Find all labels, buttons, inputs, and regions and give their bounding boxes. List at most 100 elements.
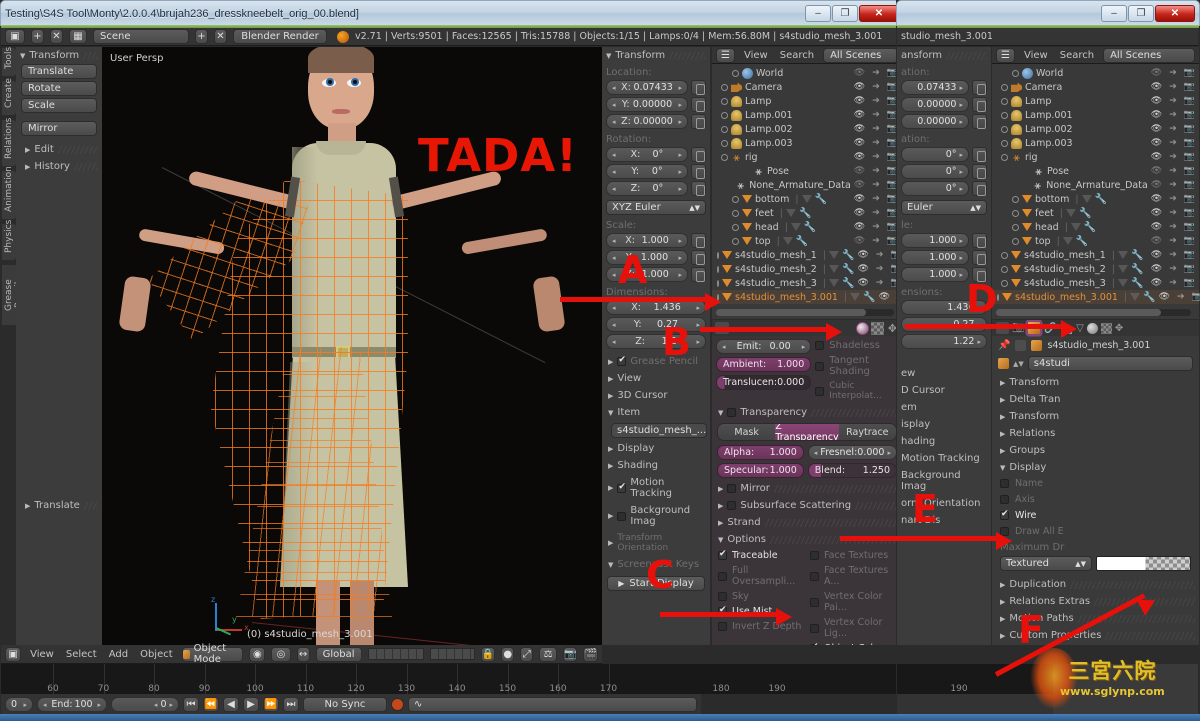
snap-target-dropdown[interactable]: ⚖ — [539, 646, 557, 662]
tab-animation[interactable]: Animation — [2, 166, 17, 220]
restrict-view-icon[interactable]: 👁 — [857, 264, 868, 274]
restrict-select-icon[interactable]: ➔ — [1169, 194, 1177, 204]
transform-orientation-dropdown[interactable]: Global — [315, 646, 362, 662]
background-image-section[interactable]: ▶ Background Imag — [602, 502, 710, 530]
start-frame-field[interactable]: 0 — [5, 697, 33, 712]
display-option-axis[interactable]: Axis — [1000, 494, 1191, 505]
expand-toggle-icon[interactable] — [732, 223, 739, 231]
cursor-section[interactable]: ▶ 3D Cursor — [602, 387, 710, 404]
restrict-render-icon[interactable]: 📷 — [1192, 292, 1200, 302]
restrict-render-icon[interactable]: 📷 — [1184, 236, 1195, 246]
outliner-row[interactable]: ⚹ rig 👁 ➔ 📷 — [712, 150, 902, 164]
tab-texture-icon[interactable] — [1100, 322, 1112, 334]
location-z-field[interactable]: Z:0.00000 — [606, 114, 688, 129]
grease-pencil-section[interactable]: ▶ Grease Pencil — [602, 353, 710, 370]
editor-type-icon[interactable]: ▣ — [5, 646, 22, 662]
right-scale-z[interactable]: 1.000 — [901, 267, 969, 282]
outliner-view-menu[interactable]: View — [741, 49, 771, 62]
expand-toggle-icon[interactable] — [717, 293, 719, 301]
expand-toggle-icon[interactable] — [1001, 279, 1008, 287]
render-engine-dropdown[interactable]: Blender Render — [233, 29, 327, 44]
shading-section[interactable]: ▶ Shading — [602, 457, 710, 474]
specular-slider[interactable]: Specular: 1.000 — [717, 463, 804, 478]
right-lock-loc-y[interactable] — [972, 97, 987, 112]
restrict-select-icon[interactable]: ➔ — [1169, 236, 1177, 246]
right-window-controls[interactable]: – ❐ ✕ — [1101, 5, 1195, 22]
right-scale-x[interactable]: 1.000 — [901, 233, 969, 248]
panel-grip[interactable] — [1070, 580, 1195, 589]
restrict-view-icon[interactable]: 👁 — [857, 250, 868, 260]
restrict-select-icon[interactable]: ➔ — [872, 180, 880, 190]
option-row[interactable]: Face Textures A... — [810, 565, 896, 587]
right-outliner-view-menu[interactable]: View — [1021, 49, 1051, 62]
restrict-view-icon[interactable]: 👁 — [854, 96, 865, 106]
tab-material-icon[interactable] — [856, 321, 869, 335]
restrict-render-icon[interactable]: 📷 — [1184, 222, 1195, 232]
expand-toggle-icon[interactable] — [1001, 111, 1008, 119]
tab-create[interactable]: Create — [2, 78, 17, 116]
modifier-wrench-icon[interactable]: 🔧 — [863, 292, 875, 303]
option-row[interactable]: Invert Z Depth — [718, 621, 804, 632]
draw-type-dropdown[interactable]: Textured ▲▼ — [1000, 556, 1092, 571]
outliner-row[interactable]: head | 🔧 👁 ➔ 📷 — [992, 220, 1199, 234]
rotation-z-field[interactable]: Z:0° — [606, 181, 688, 196]
modifier-wrench-icon[interactable]: 🔧 — [1131, 250, 1143, 261]
object-datablock-spinner[interactable]: ▲▼ — [1013, 360, 1024, 368]
restrict-select-icon[interactable]: ➔ — [872, 110, 880, 120]
play-reverse-button[interactable]: ◀ — [223, 697, 239, 712]
right-npanel-section[interactable]: orm Orientation — [897, 495, 991, 512]
modifier-wrench-icon[interactable]: 🔧 — [1143, 292, 1155, 303]
motion-tracking-section[interactable]: ▶ Motion Tracking — [602, 474, 710, 502]
option-checkbox[interactable] — [810, 623, 819, 633]
restrict-select-icon[interactable]: ➔ — [1169, 208, 1177, 218]
restrict-render-icon[interactable]: 📷 — [1184, 180, 1195, 190]
option-row[interactable]: Face Textures — [810, 550, 896, 561]
restrict-select-icon[interactable]: ➔ — [1169, 264, 1177, 274]
blend-slider[interactable]: Blend: 1.250 — [807, 463, 897, 478]
panel-grip[interactable] — [73, 162, 98, 171]
object-section-display[interactable]: ▼ Display — [992, 459, 1199, 476]
outliner-row[interactable]: ⚹ Pose 👁 ➔ 📷 — [712, 164, 902, 178]
modifier-wrench-icon[interactable]: 🔧 — [796, 236, 808, 247]
sss-checkbox[interactable] — [727, 501, 737, 510]
display-option-draw-all-e[interactable]: Draw All E — [1000, 526, 1191, 537]
restrict-view-icon[interactable]: 👁 — [1151, 264, 1162, 274]
expand-toggle-icon[interactable] — [1012, 209, 1019, 217]
view-section[interactable]: ▶ View — [602, 370, 710, 387]
expand-toggle-icon[interactable] — [1012, 69, 1019, 77]
restrict-view-icon[interactable]: 👁 — [854, 152, 865, 162]
restrict-view-icon[interactable]: 👁 — [854, 138, 865, 148]
outliner-search-menu[interactable]: Search — [777, 49, 817, 62]
restrict-select-icon[interactable]: ➔ — [1169, 96, 1177, 106]
restrict-select-icon[interactable]: ➔ — [1169, 138, 1177, 148]
option-row[interactable]: Use Mist — [718, 605, 804, 617]
restrict-select-icon[interactable]: ➔ — [1169, 278, 1177, 288]
right-rotation-y[interactable]: 0° — [901, 164, 969, 179]
outliner-row[interactable]: feet | 🔧 👁 ➔ 📷 — [992, 206, 1199, 220]
restrict-render-icon[interactable]: 📷 — [1184, 68, 1195, 78]
modifier-wrench-icon[interactable]: 🔧 — [1131, 264, 1143, 275]
close-button[interactable]: ✕ — [1155, 5, 1195, 22]
restrict-select-icon[interactable]: ➔ — [872, 152, 880, 162]
outliner-row[interactable]: s4studio_mesh_1|🔧👁➔📷 — [712, 248, 902, 262]
viewport-shading-dropdown[interactable]: ◉ — [249, 646, 266, 662]
restrict-render-icon[interactable]: 📷 — [1184, 82, 1195, 92]
editor-type-icon[interactable]: ☰ — [996, 47, 1015, 63]
lock-scale-x[interactable] — [691, 233, 706, 248]
outliner-row[interactable]: Lamp 👁 ➔ 📷 — [712, 94, 902, 108]
display-option-wire[interactable]: Wire — [1000, 509, 1191, 521]
option-checkbox[interactable] — [810, 642, 819, 645]
outliner-rows[interactable]: World 👁 ➔ 📷 Camera 👁 ➔ 📷 Lamp 👁 ➔ 📷 Lamp.001 👁 ➔ 📷 Lamp.… — [992, 64, 1200, 304]
expand-toggle-icon[interactable] — [721, 83, 728, 91]
close-button[interactable]: ✕ — [859, 5, 899, 22]
right-rotation-mode[interactable]: Euler ▲▼ — [901, 200, 987, 215]
proportional-edit-button[interactable]: ● — [501, 646, 515, 662]
prev-keyframe-button[interactable]: ⏪ — [203, 697, 219, 712]
panel-grip[interactable] — [83, 51, 98, 60]
modifier-wrench-icon[interactable]: 🔧 — [1084, 222, 1096, 233]
restrict-select-icon[interactable]: ➔ — [876, 250, 884, 260]
blender-window-right[interactable]: – ❐ ✕ studio_mesh_3.001 ansform ation: 0… — [896, 0, 1200, 721]
right-location-x[interactable]: 0.07433 — [901, 80, 969, 95]
restrict-select-icon[interactable]: ➔ — [872, 194, 880, 204]
editor-type-icon[interactable]: ▣ — [5, 29, 25, 44]
